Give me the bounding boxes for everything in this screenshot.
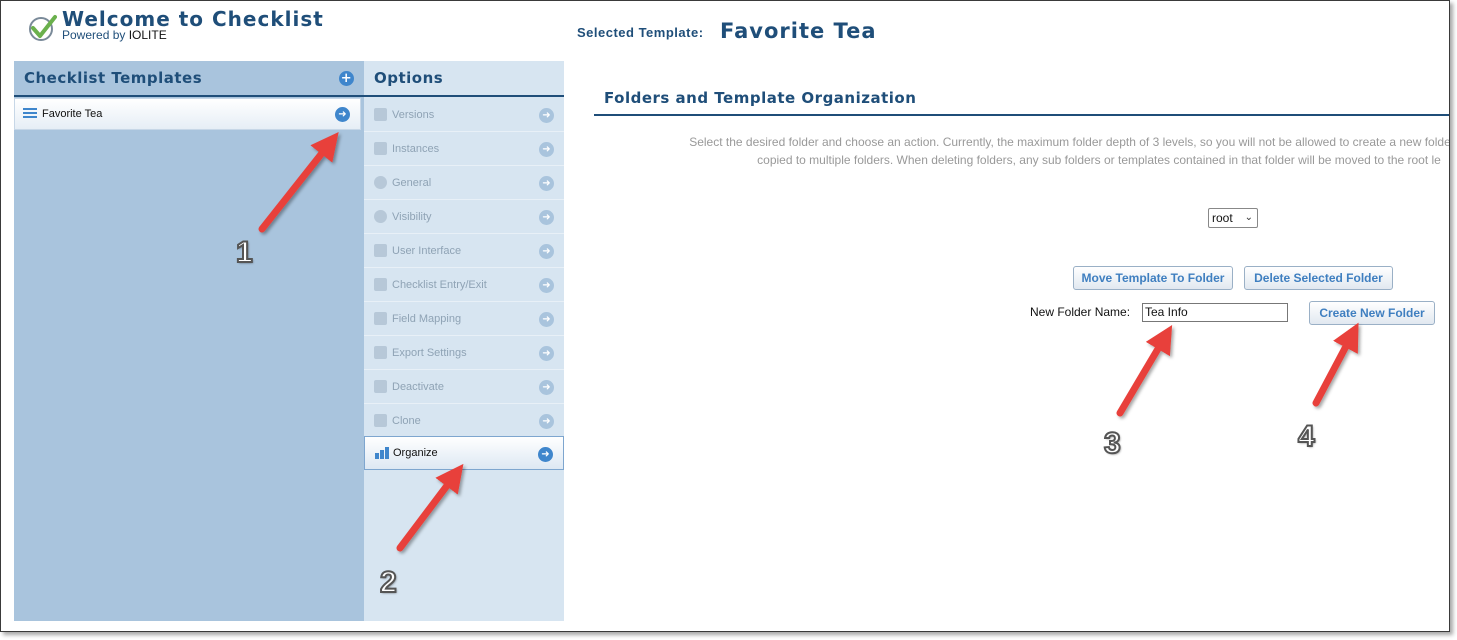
app-window: Welcome to Checklist Powered by IOLITE S… — [0, 0, 1450, 632]
entry-exit-icon — [374, 278, 387, 291]
new-folder-input[interactable]: Tea Info — [1142, 303, 1288, 322]
option-instances[interactable]: Instances ➜ — [364, 132, 564, 166]
step-number-2: 2 — [379, 565, 398, 600]
description: Select the desired folder and choose an … — [599, 133, 1450, 169]
chevron-down-icon: ⌄ — [1244, 212, 1253, 223]
option-label: General — [392, 176, 432, 189]
gear-icon — [374, 176, 387, 189]
arrow-right-icon[interactable]: ➜ — [335, 107, 350, 122]
arrow-right-icon: ➜ — [539, 108, 554, 123]
option-label: Visibility — [392, 210, 432, 223]
bar-chart-icon — [375, 447, 389, 459]
step-number-4: 4 — [1297, 419, 1316, 454]
selected-template-name: Favorite Tea — [720, 19, 877, 43]
selected-template-label: Selected Template: — [577, 25, 704, 40]
option-label: Organize — [393, 447, 438, 459]
export-icon — [374, 346, 387, 359]
option-label: Field Mapping — [392, 312, 462, 325]
option-organize[interactable]: Organize ➜ — [364, 436, 564, 470]
step-number-1: 1 — [235, 235, 254, 270]
hierarchy-icon — [374, 312, 387, 325]
folder-select-value: root — [1212, 211, 1233, 225]
arrow-right-icon: ➜ — [539, 244, 554, 259]
list-icon — [23, 108, 37, 120]
option-label: Instances — [392, 142, 440, 155]
step-number-3: 3 — [1103, 426, 1122, 461]
checklist-logo-icon — [29, 15, 57, 41]
arrow-right-icon: ➜ — [539, 278, 554, 293]
option-user-interface[interactable]: User Interface ➜ — [364, 234, 564, 268]
window-icon — [374, 244, 387, 257]
arrow-right-icon: ➜ — [539, 414, 554, 429]
powered-prefix: Powered by — [62, 28, 126, 42]
option-general[interactable]: General ➜ — [364, 166, 564, 200]
options-panel-header: Options — [364, 61, 564, 97]
template-item-label: Favorite Tea — [42, 108, 103, 120]
option-export-settings[interactable]: Export Settings ➜ — [364, 336, 564, 370]
visibility-icon — [374, 210, 387, 223]
instances-icon — [374, 142, 387, 155]
templates-panel: Checklist Templates + Favorite Tea ➜ — [14, 61, 364, 621]
folder-select[interactable]: root ⌄ — [1208, 208, 1258, 228]
arrow-right-icon: ➜ — [539, 176, 554, 191]
option-checklist-entry-exit[interactable]: Checklist Entry/Exit ➜ — [364, 268, 564, 302]
description-line-1: Select the desired folder and choose an … — [689, 135, 1450, 149]
option-label: Checklist Entry/Exit — [392, 278, 487, 291]
arrow-right-icon: ➜ — [539, 346, 554, 361]
new-folder-label: New Folder Name: — [1030, 305, 1131, 319]
powered-by: Powered by IOLITE — [62, 28, 167, 42]
templates-panel-title: Checklist Templates — [24, 69, 203, 87]
arrow-right-icon: ➜ — [539, 312, 554, 327]
description-line-2: copied to multiple folders. When deletin… — [757, 153, 1441, 167]
option-label: User Interface — [392, 244, 462, 257]
powered-brand: IOLITE — [128, 28, 167, 42]
delete-folder-button[interactable]: Delete Selected Folder — [1244, 266, 1393, 290]
clone-icon — [374, 414, 387, 427]
create-folder-button[interactable]: Create New Folder — [1309, 301, 1435, 325]
option-label: Clone — [392, 414, 421, 427]
option-versions[interactable]: Versions ➜ — [364, 98, 564, 132]
option-label: Deactivate — [392, 380, 444, 393]
add-template-icon[interactable]: + — [339, 71, 354, 86]
option-deactivate[interactable]: Deactivate ➜ — [364, 370, 564, 404]
arrow-right-icon: ➜ — [539, 210, 554, 225]
option-visibility[interactable]: Visibility ➜ — [364, 200, 564, 234]
template-item-favorite-tea[interactable]: Favorite Tea ➜ — [14, 98, 361, 130]
option-label: Versions — [392, 108, 435, 121]
option-clone[interactable]: Clone ➜ — [364, 404, 564, 438]
arrow-right-icon: ➜ — [539, 142, 554, 157]
section-title: Folders and Template Organization — [594, 81, 1449, 116]
move-template-button[interactable]: Move Template To Folder — [1073, 266, 1233, 290]
templates-panel-header: Checklist Templates + — [14, 61, 364, 97]
options-panel-title: Options — [374, 69, 444, 87]
arrow-right-icon: ➜ — [539, 380, 554, 395]
option-label: Export Settings — [392, 346, 467, 359]
versions-icon — [374, 108, 387, 121]
options-panel: Options Versions ➜ Instances ➜ General ➜… — [364, 61, 564, 621]
arrow-right-icon: ➜ — [538, 447, 553, 462]
trash-icon — [374, 380, 387, 393]
option-field-mapping[interactable]: Field Mapping ➜ — [364, 302, 564, 336]
